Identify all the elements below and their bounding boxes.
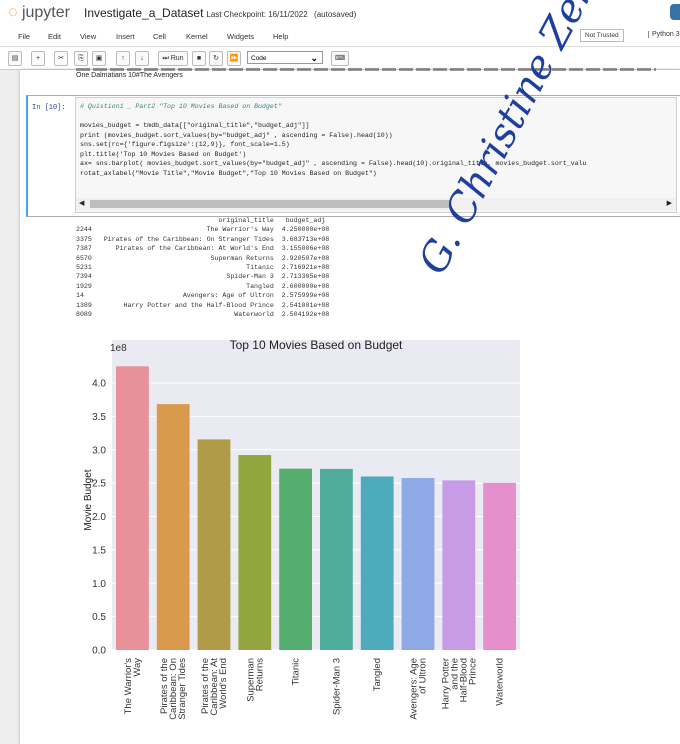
output-row: 1389 Harry Potter and the Half-Blood Pri… bbox=[76, 301, 330, 309]
paste-icon[interactable]: ▣ bbox=[92, 51, 106, 66]
menu-kernel[interactable]: Kernel bbox=[186, 32, 208, 41]
bar bbox=[360, 476, 394, 650]
copy-icon[interactable]: ⎘ bbox=[74, 51, 88, 66]
horizontal-scrollbar[interactable]: ◀ ▶ bbox=[76, 198, 676, 210]
y-tick-label: 3.0 bbox=[92, 445, 106, 456]
x-tick-label-line: of Ultron bbox=[418, 658, 429, 694]
scrollbar-thumb[interactable] bbox=[90, 200, 450, 208]
x-tick-label: Titanic bbox=[291, 658, 302, 686]
checkpoint-text: Last Checkpoint: 16/11/2022 bbox=[206, 10, 308, 19]
x-tick-label: The Warrior'sWay bbox=[123, 658, 143, 715]
y-tick-label: 3.5 bbox=[92, 412, 106, 423]
y-tick-label: 1.5 bbox=[92, 545, 106, 556]
bar bbox=[238, 455, 272, 650]
run-button[interactable]: ⏭ Run bbox=[158, 51, 188, 66]
x-tick-label: Spider-Man 3 bbox=[331, 658, 342, 715]
print-output: original_title budget_adj 2244 The Warri… bbox=[76, 216, 329, 319]
y-tick-label: 0.0 bbox=[92, 646, 106, 657]
bar bbox=[442, 480, 476, 650]
bar bbox=[156, 404, 190, 650]
x-tick-label-line: Waterworld bbox=[495, 658, 506, 706]
output-row: 3375 Pirates of the Caribbean: On Strang… bbox=[76, 235, 330, 243]
y-offset-label: 1e8 bbox=[110, 343, 127, 354]
chevron-down-icon: ⌄ bbox=[310, 53, 318, 63]
jupyter-logo[interactable]: ◌ jupyter bbox=[8, 4, 70, 22]
x-tick-label-line: Stranger Tides bbox=[177, 658, 188, 720]
y-tick-label: 2.0 bbox=[92, 512, 106, 523]
output-row: 7394 Spider-Man 3 2.713305e+08 bbox=[76, 273, 330, 281]
output-row: 6570 Superman Returns 2.920507e+08 bbox=[76, 254, 330, 262]
bar bbox=[483, 482, 516, 650]
output-row: 1929 Tangled 2.600000e+08 bbox=[76, 282, 330, 290]
bar bbox=[320, 468, 353, 650]
y-tick-label: 2.5 bbox=[92, 479, 106, 490]
save-icon[interactable]: ▤ bbox=[8, 51, 22, 66]
scroll-right-icon[interactable]: ▶ bbox=[667, 199, 672, 208]
x-tick-label-line: Spider-Man 3 bbox=[331, 658, 342, 715]
add-cell-icon[interactable]: + bbox=[31, 51, 45, 66]
previous-output: One Dalmatians 10#The Avengers bbox=[76, 72, 183, 79]
x-tick-label-line: Returns bbox=[254, 658, 265, 692]
y-axis-label: Movie Budget bbox=[83, 469, 94, 530]
code-line: movies_budget = tmdb_data[["original_tit… bbox=[80, 122, 310, 129]
cell-prompt: In [10]: bbox=[32, 104, 66, 112]
x-tick-label-line: World's End bbox=[218, 658, 229, 709]
x-tick-label-line: Titanic bbox=[291, 658, 302, 686]
code-line: plt.title('Top 10 Movies Based on Budget… bbox=[80, 150, 247, 158]
restart-icon[interactable]: ↻ bbox=[209, 51, 223, 66]
kernel-indicator[interactable]: Python 3 bbox=[648, 31, 680, 38]
output-row: 5231 Titanic 2.716921e+08 bbox=[76, 264, 330, 272]
bar bbox=[401, 478, 435, 650]
y-tick-label: 4.0 bbox=[92, 379, 106, 390]
output-row: 14 Avengers: Age of Ultron 2.575999e+08 bbox=[76, 292, 330, 300]
menu-view[interactable]: View bbox=[80, 32, 96, 41]
scroll-left-icon[interactable]: ◀ bbox=[79, 199, 84, 208]
move-down-icon[interactable]: ↓ bbox=[135, 51, 149, 66]
output-row: 7387 Pirates of the Caribbean: At World'… bbox=[76, 245, 330, 253]
trust-indicator[interactable]: Not Trusted bbox=[580, 29, 624, 42]
menu-file[interactable]: File bbox=[18, 32, 30, 41]
menu-insert[interactable]: Insert bbox=[116, 32, 135, 41]
bar bbox=[197, 439, 231, 650]
output-row: 8089 Waterworld 2.504192e+08 bbox=[76, 311, 330, 319]
output-header: original_title budget_adj bbox=[218, 217, 326, 224]
x-tick-label: SupermanReturns bbox=[245, 658, 265, 702]
code-line: sns.set(rc={'figure.figsize':(12,9)}, fo… bbox=[80, 141, 290, 148]
cell-type-select[interactable]: Code ⌄ bbox=[247, 51, 323, 64]
autosave-status: (autosaved) bbox=[314, 10, 357, 19]
x-tick-label-line: Tangled bbox=[372, 658, 383, 691]
code-line: # Quistion1 _ Part2 "Top 10 Movies Based… bbox=[80, 103, 282, 110]
python-logo-icon bbox=[670, 4, 680, 20]
move-up-icon[interactable]: ↑ bbox=[116, 51, 130, 66]
x-tick-label-line: Prince bbox=[467, 658, 478, 685]
x-tick-label: Harry Potterand theHalf-BloodPrince bbox=[440, 658, 478, 709]
x-tick-label: Pirates of theCaribbean: OnStranger Tide… bbox=[159, 658, 188, 720]
x-tick-label-line: Way bbox=[132, 658, 143, 677]
menu-widgets[interactable]: Widgets bbox=[227, 32, 254, 41]
x-tick-label: Waterworld bbox=[495, 658, 506, 706]
code-line: print (movies_budget.sort_values(by="bud… bbox=[80, 131, 393, 139]
x-tick-label: Tangled bbox=[372, 658, 383, 691]
previous-output-cut-line bbox=[76, 68, 656, 71]
code-line: rotat_axlabel("Movie Title","Movie Budge… bbox=[80, 169, 377, 177]
bar bbox=[279, 468, 312, 650]
menu-cell[interactable]: Cell bbox=[153, 32, 166, 41]
x-tick-label: Avengers: Ageof Ultron bbox=[409, 658, 429, 720]
y-tick-label: 1.0 bbox=[92, 579, 106, 590]
cut-icon[interactable]: ✂ bbox=[54, 51, 68, 66]
output-row: 2244 The Warrior's Way 4.250000e+08 bbox=[76, 226, 330, 234]
bar-chart: 0.0 0.5 1.0 1.5 2.0 2.5 3.0 3.5 4.0 The Warrior's… bbox=[83, 338, 520, 720]
y-tick-label: 0.5 bbox=[92, 612, 106, 623]
menu-edit[interactable]: Edit bbox=[48, 32, 61, 41]
code-editor[interactable]: # Quistion1 _ Part2 "Top 10 Movies Based… bbox=[75, 97, 677, 213]
command-palette-icon[interactable]: ⌨ bbox=[331, 51, 349, 66]
menu-help[interactable]: Help bbox=[273, 32, 288, 41]
chart-title: Top 10 Movies Based on Budget bbox=[230, 338, 403, 352]
stop-icon[interactable]: ■ bbox=[192, 51, 206, 66]
x-tick-label: Pirates of theCaribbean: AtWorld's End bbox=[200, 658, 229, 716]
restart-run-all-icon[interactable]: ⏩ bbox=[227, 51, 241, 66]
bar bbox=[116, 366, 149, 650]
toolbar: ▤ + ✂ ⎘ ▣ ↑ ↓ ⏭ Run ■ ↻ ⏩ Code ⌄ ⌨ bbox=[0, 47, 680, 70]
notebook-title[interactable]: Investigate_a_Dataset bbox=[84, 6, 203, 20]
